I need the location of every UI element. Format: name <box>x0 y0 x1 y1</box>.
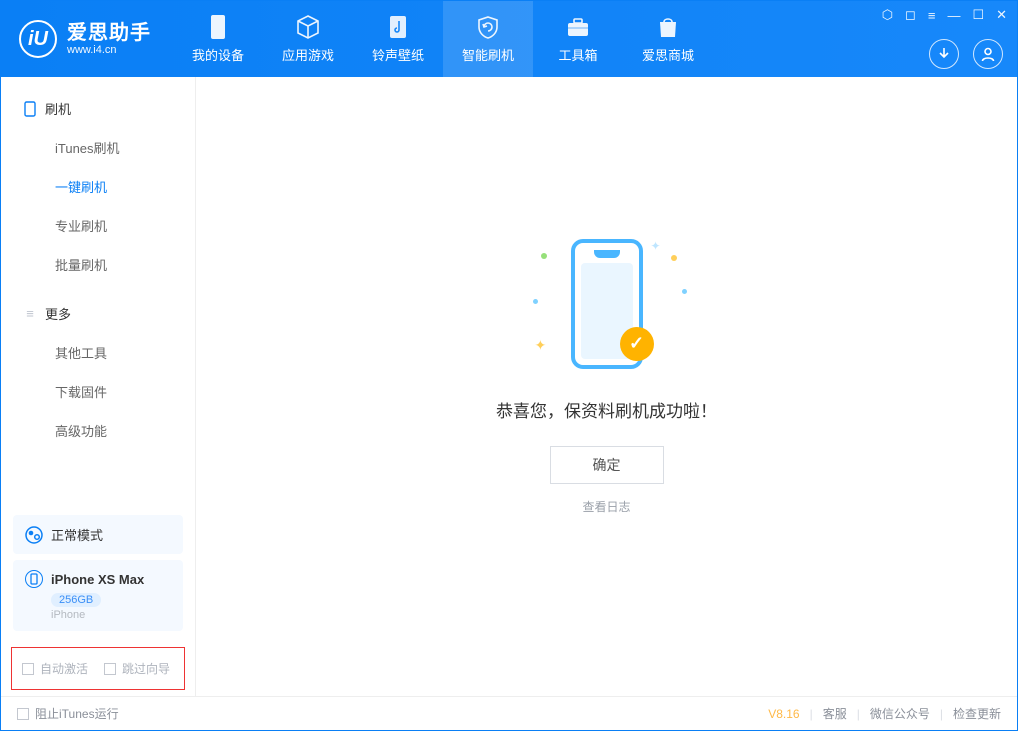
ok-button[interactable]: 确定 <box>550 446 664 484</box>
sidebar-group-more: ≡ 更多 <box>1 294 195 333</box>
group-title: 刷机 <box>45 99 71 118</box>
checkbox-auto-activate[interactable]: 自动激活 <box>22 660 88 677</box>
mode-label: 正常模式 <box>51 525 103 544</box>
footer-right: V8.16 | 客服 | 微信公众号 | 检查更新 <box>768 705 1001 722</box>
header-right <box>929 39 1003 69</box>
sidebar-scroll: 刷机 iTunes刷机 一键刷机 专业刷机 批量刷机 ≡ 更多 其他工具 下载固… <box>1 77 195 505</box>
separator: | <box>940 707 943 721</box>
tab-ringtone-wallpaper[interactable]: 铃声壁纸 <box>353 1 443 77</box>
maximize-icon[interactable]: ☐ <box>972 7 984 23</box>
success-block: ✓ ✦ ✦ 恭喜您，保资料刷机成功啦！ 确定 查看日志 <box>496 229 717 515</box>
feedback-icon[interactable]: ◻ <box>905 7 916 23</box>
main-tabs: 我的设备 应用游戏 铃声壁纸 智能刷机 工具箱 爱思商城 <box>173 1 713 77</box>
tab-label: 工具箱 <box>558 45 597 64</box>
menu-icon[interactable]: ≡ <box>928 8 936 23</box>
app-subtitle: www.i4.cn <box>67 44 151 56</box>
device-card[interactable]: iPhone XS Max 256GB iPhone <box>13 560 183 631</box>
checkbox-box-icon <box>17 708 29 720</box>
sidebar-item-batch-flash[interactable]: 批量刷机 <box>1 245 195 284</box>
wechat-link[interactable]: 微信公众号 <box>870 705 930 722</box>
success-illustration: ✓ ✦ ✦ <box>497 229 717 379</box>
device-capacity: 256GB <box>51 593 101 607</box>
version-label: V8.16 <box>768 707 799 721</box>
group-title: 更多 <box>45 304 71 323</box>
device-row: iPhone XS Max <box>25 570 171 588</box>
account-button[interactable] <box>973 39 1003 69</box>
checkbox-label: 跳过向导 <box>122 660 170 677</box>
logo-text: 爱思助手 www.i4.cn <box>67 22 151 56</box>
tab-label: 应用游戏 <box>282 45 334 64</box>
mode-card[interactable]: 正常模式 <box>13 515 183 554</box>
checkbox-label: 自动激活 <box>40 660 88 677</box>
separator: | <box>810 707 813 721</box>
sidebar-item-advanced[interactable]: 高级功能 <box>1 411 195 450</box>
cube-icon <box>295 14 321 40</box>
checkbox-box-icon <box>22 663 34 675</box>
success-message: 恭喜您，保资料刷机成功啦！ <box>496 397 717 422</box>
music-file-icon <box>387 14 409 40</box>
footer-left: 阻止iTunes运行 <box>17 705 119 722</box>
tab-label: 我的设备 <box>192 45 244 64</box>
download-icon <box>936 46 952 62</box>
checkbox-label: 阻止iTunes运行 <box>35 705 119 722</box>
close-icon[interactable]: ✕ <box>996 7 1007 23</box>
bag-icon <box>656 14 680 40</box>
app-window: iU 爱思助手 www.i4.cn 我的设备 应用游戏 铃声壁纸 智能刷机 <box>0 0 1018 731</box>
sidebar-item-pro-flash[interactable]: 专业刷机 <box>1 206 195 245</box>
tab-toolbox[interactable]: 工具箱 <box>533 1 623 77</box>
sidebar: 刷机 iTunes刷机 一键刷机 专业刷机 批量刷机 ≡ 更多 其他工具 下载固… <box>1 77 196 696</box>
phone-outline-icon <box>23 102 37 116</box>
minimize-icon[interactable]: — <box>947 8 960 23</box>
check-update-link[interactable]: 检查更新 <box>953 705 1001 722</box>
tab-my-device[interactable]: 我的设备 <box>173 1 263 77</box>
tab-smart-flash[interactable]: 智能刷机 <box>443 1 533 77</box>
mode-icon <box>25 526 43 544</box>
phone-icon <box>207 14 229 40</box>
support-link[interactable]: 客服 <box>823 705 847 722</box>
checkbox-skip-guide[interactable]: 跳过向导 <box>104 660 170 677</box>
sidebar-item-oneclick-flash[interactable]: 一键刷机 <box>1 167 195 206</box>
sidebar-item-download-firmware[interactable]: 下载固件 <box>1 372 195 411</box>
tshirt-icon[interactable]: ⬡ <box>882 7 893 23</box>
body: 刷机 iTunes刷机 一键刷机 专业刷机 批量刷机 ≡ 更多 其他工具 下载固… <box>1 77 1017 696</box>
sidebar-group-flash: 刷机 <box>1 89 195 128</box>
device-type: iPhone <box>51 609 171 621</box>
check-badge-icon: ✓ <box>620 327 654 361</box>
titlebar-icons: ⬡ ◻ ≡ — ☐ ✕ <box>882 7 1007 23</box>
logo-block: iU 爱思助手 www.i4.cn <box>1 20 173 58</box>
user-icon <box>980 46 996 62</box>
download-button[interactable] <box>929 39 959 69</box>
tab-apps-games[interactable]: 应用游戏 <box>263 1 353 77</box>
tab-store[interactable]: 爱思商城 <box>623 1 713 77</box>
toolbox-icon <box>565 14 591 40</box>
device-icon <box>25 570 43 588</box>
sidebar-item-itunes-flash[interactable]: iTunes刷机 <box>1 128 195 167</box>
tab-label: 爱思商城 <box>642 45 694 64</box>
tab-label: 智能刷机 <box>462 45 514 64</box>
device-name: iPhone XS Max <box>51 572 144 587</box>
checkbox-box-icon <box>104 663 116 675</box>
tab-label: 铃声壁纸 <box>372 45 424 64</box>
list-icon: ≡ <box>23 307 37 321</box>
checkbox-block-itunes[interactable]: 阻止iTunes运行 <box>17 705 119 722</box>
refresh-shield-icon <box>475 14 501 40</box>
sidebar-item-other-tools[interactable]: 其他工具 <box>1 333 195 372</box>
logo-icon: iU <box>19 20 57 58</box>
view-log-link[interactable]: 查看日志 <box>582 498 630 515</box>
app-title: 爱思助手 <box>67 22 151 44</box>
footer: 阻止iTunes运行 V8.16 | 客服 | 微信公众号 | 检查更新 <box>1 696 1017 730</box>
separator: | <box>857 707 860 721</box>
main-content: ✓ ✦ ✦ 恭喜您，保资料刷机成功啦！ 确定 查看日志 <box>196 77 1017 696</box>
options-highlight-box: 自动激活 跳过向导 <box>11 647 185 690</box>
header: iU 爱思助手 www.i4.cn 我的设备 应用游戏 铃声壁纸 智能刷机 <box>1 1 1017 77</box>
